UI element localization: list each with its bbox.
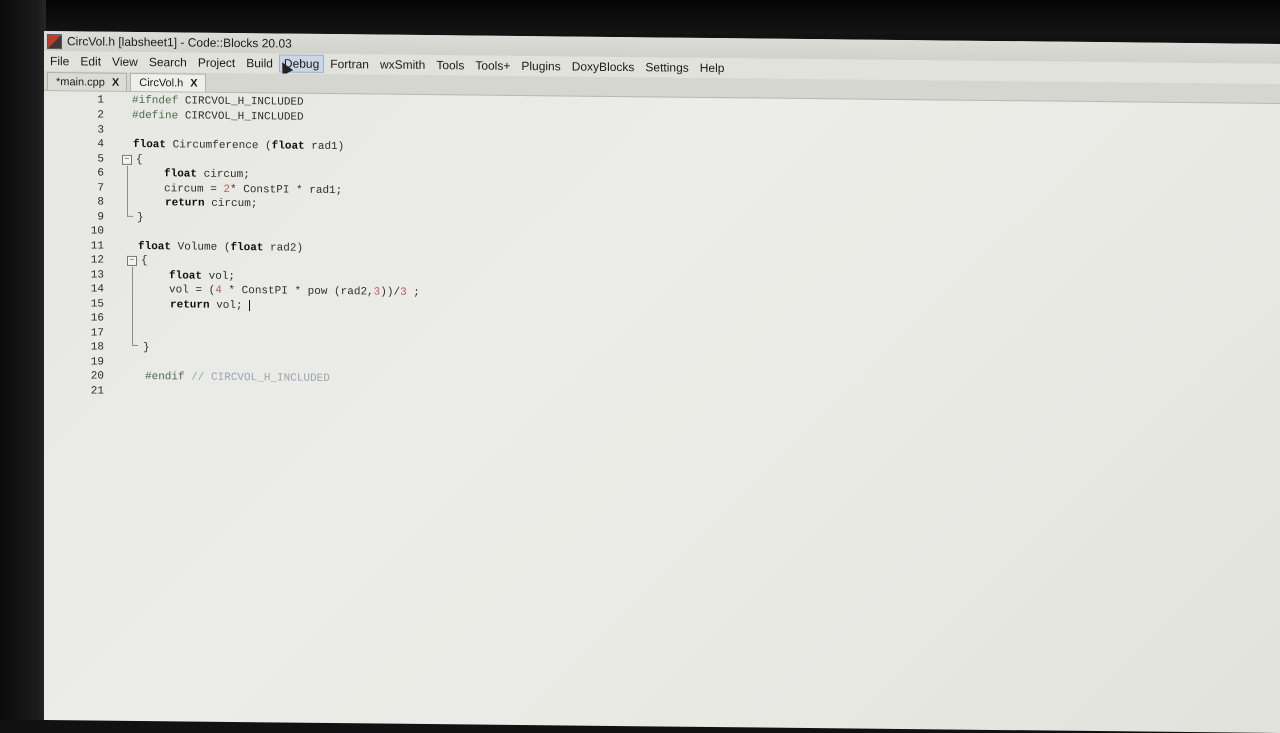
menu-build[interactable]: Build	[241, 54, 278, 72]
line-number: 8	[97, 196, 104, 209]
fold-guide-end	[127, 215, 133, 217]
codeblocks-window: CircVol.h [labsheet1] - Code::Blocks 20.…	[44, 31, 1280, 733]
tab-main-cpp[interactable]: *main.cpp X	[47, 72, 128, 91]
menu-wxsmith[interactable]: wxSmith	[375, 55, 430, 74]
line-number: 14	[90, 283, 104, 296]
window-title: CircVol.h [labsheet1] - Code::Blocks 20.…	[67, 34, 292, 51]
line-number: 2	[97, 109, 104, 122]
line-number: 10	[90, 225, 104, 238]
menu-view[interactable]: View	[107, 53, 143, 71]
code-line-14: vol = (4 * ConstPI * pow (rad2,3))/3 ;	[169, 284, 420, 299]
close-icon[interactable]: X	[190, 77, 197, 89]
code-line-11: float Volume (float rad2)	[138, 240, 304, 255]
line-number: 18	[90, 341, 104, 354]
line-number: 15	[90, 298, 104, 311]
line-number: 20	[90, 370, 104, 383]
codeblocks-app-icon	[47, 33, 62, 49]
line-number: 6	[97, 167, 104, 180]
line-number: 9	[97, 211, 104, 224]
fold-guide	[127, 165, 128, 216]
code-line-4: float Circumference (float rad1)	[133, 138, 345, 154]
line-number: 17	[90, 327, 104, 340]
menu-tools[interactable]: Tools	[431, 56, 469, 74]
line-number: 4	[97, 138, 104, 151]
menu-tools-plus[interactable]: Tools+	[470, 56, 515, 74]
line-number: 13	[90, 269, 104, 282]
code-line-5: {	[136, 153, 143, 167]
line-number: 11	[90, 240, 104, 253]
line-number: 1	[97, 94, 104, 107]
code-editor[interactable]: 1 2 3 4 5 6 7 8 9 10 11 12 13 14 15 16 1…	[44, 91, 1280, 733]
menu-project[interactable]: Project	[193, 54, 240, 72]
menu-settings[interactable]: Settings	[640, 58, 693, 77]
code-line-13: float vol;	[169, 270, 236, 284]
fold-toggle-icon[interactable]: −	[127, 255, 137, 266]
code-line-9: }	[137, 211, 144, 225]
monitor-bezel-left	[0, 0, 46, 720]
line-number: 3	[97, 124, 104, 137]
code-line-8: return circum;	[165, 197, 258, 211]
code-line-12: {	[141, 255, 148, 268]
fold-guide	[132, 266, 133, 345]
line-number: 12	[90, 254, 104, 267]
tab-label: *main.cpp	[56, 75, 105, 89]
menu-fortran[interactable]: Fortran	[325, 55, 374, 74]
line-number: 21	[90, 385, 104, 398]
code-line-7: circum = 2* ConstPI * rad1;	[164, 183, 343, 198]
fold-guide-end	[132, 344, 138, 346]
code-line-20: #endif // CIRCVOL_H_INCLUDED	[145, 371, 330, 385]
menu-plugins[interactable]: Plugins	[516, 57, 565, 76]
menu-edit[interactable]: Edit	[75, 52, 106, 70]
line-number: 5	[97, 153, 104, 166]
monitor-bezel-top	[0, 0, 1280, 34]
menu-doxyblocks[interactable]: DoxyBlocks	[567, 57, 640, 76]
menu-file[interactable]: File	[45, 52, 74, 70]
code-line-6: float circum;	[164, 168, 250, 182]
line-number: 19	[90, 356, 104, 369]
line-number-gutter: 1 2 3 4 5 6 7 8 9 10 11 12 13 14 15 16 1…	[44, 91, 108, 721]
text-caret	[249, 300, 250, 312]
code-line-1: #ifndef CIRCVOL_H_INCLUDED	[132, 94, 304, 109]
tab-circvol-h[interactable]: CircVol.h X	[130, 72, 206, 92]
tab-label: CircVol.h	[139, 76, 184, 89]
close-icon[interactable]: X	[112, 76, 119, 88]
fold-toggle-icon[interactable]: −	[122, 154, 132, 165]
code-line-2: #define CIRCVOL_H_INCLUDED	[132, 109, 304, 124]
menu-search[interactable]: Search	[144, 53, 192, 72]
code-line-18: }	[143, 342, 150, 355]
line-number: 7	[97, 182, 104, 195]
menu-help[interactable]: Help	[695, 59, 730, 77]
line-number: 16	[90, 312, 104, 325]
code-line-15: return vol;	[170, 299, 243, 313]
